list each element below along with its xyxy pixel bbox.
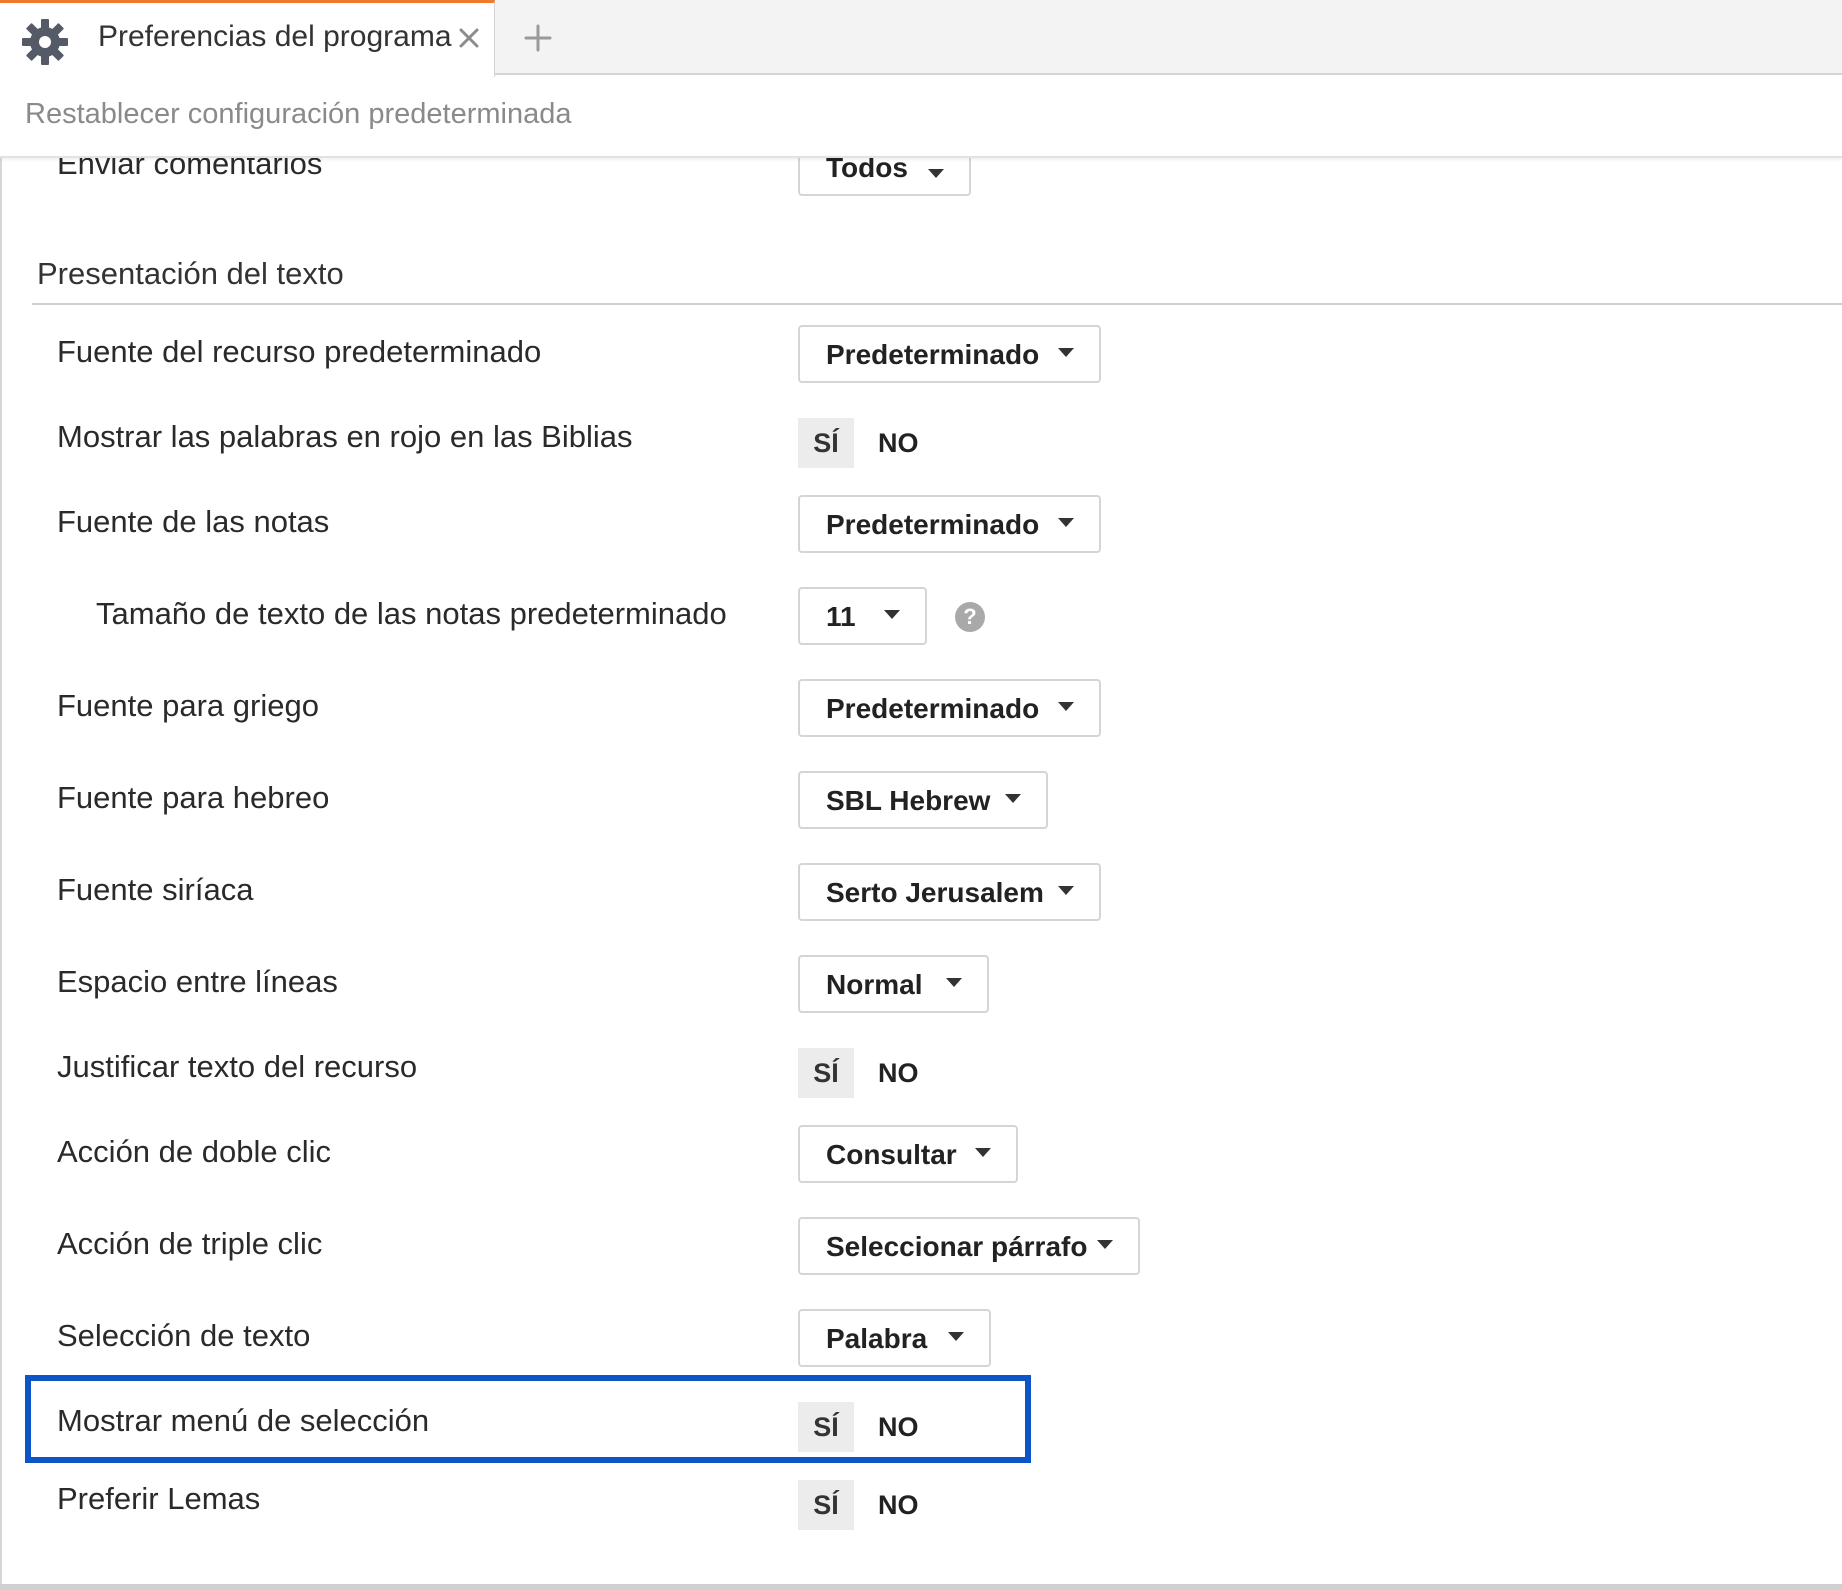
gear-icon bbox=[20, 17, 70, 67]
toggle-yes-option[interactable]: SÍ bbox=[798, 1048, 854, 1098]
dropdown-value: Todos bbox=[826, 158, 908, 183]
dropdown-value: Predeterminado bbox=[826, 339, 1040, 370]
row-label-send-feedback: Enviar comentarios bbox=[57, 158, 323, 181]
toggle-no-option[interactable]: NO bbox=[878, 418, 928, 468]
row-label-resource-font: Fuente del recurso predeterminado bbox=[57, 334, 542, 369]
dropdown-value: Normal bbox=[826, 969, 923, 1000]
chevron-down-icon bbox=[946, 978, 962, 987]
chevron-down-icon bbox=[1097, 1240, 1113, 1249]
chevron-down-icon bbox=[1005, 794, 1021, 803]
send-feedback-dropdown[interactable]: Todos bbox=[798, 158, 971, 196]
hebrew-font-dropdown[interactable]: SBL Hebrew bbox=[798, 771, 1048, 829]
row-label-show-selection-menu: Mostrar menú de selección bbox=[57, 1403, 430, 1438]
text-selection-dropdown[interactable]: Palabra bbox=[798, 1309, 991, 1367]
chevron-down-icon bbox=[1058, 702, 1074, 711]
dropdown-value: Predeterminado bbox=[826, 693, 1040, 724]
resource-font-dropdown[interactable]: Predeterminado bbox=[798, 325, 1101, 383]
triple-click-dropdown[interactable]: Seleccionar párrafo bbox=[798, 1217, 1140, 1275]
justify-text-toggle: SÍ NO bbox=[798, 1048, 938, 1098]
chevron-down-icon bbox=[975, 1148, 991, 1157]
toggle-no-option[interactable]: NO bbox=[878, 1402, 928, 1452]
chevron-down-icon bbox=[948, 1332, 964, 1341]
dropdown-value: Serto Jerusalem bbox=[826, 877, 1044, 908]
tab-title: Preferencias del programa bbox=[98, 20, 452, 53]
toggle-yes-option[interactable]: SÍ bbox=[798, 1480, 854, 1530]
dropdown-value: Consultar bbox=[826, 1139, 957, 1170]
dropdown-value: Seleccionar párrafo bbox=[826, 1231, 1088, 1262]
red-letters-toggle: SÍ NO bbox=[798, 418, 938, 468]
toggle-yes-option[interactable]: SÍ bbox=[798, 418, 854, 468]
chevron-down-icon bbox=[884, 610, 900, 619]
prefer-lemmas-toggle: SÍ NO bbox=[798, 1480, 938, 1530]
row-label-hebrew-font: Fuente para hebreo bbox=[57, 780, 330, 815]
line-spacing-dropdown[interactable]: Normal bbox=[798, 955, 989, 1013]
row-label-double-click: Acción de doble clic bbox=[57, 1134, 331, 1169]
row-label-justify-text: Justificar texto del recurso bbox=[57, 1049, 418, 1084]
chevron-down-icon bbox=[1058, 886, 1074, 895]
row-label-text-selection: Selección de texto bbox=[57, 1318, 311, 1353]
row-label-triple-click: Acción de triple clic bbox=[57, 1226, 323, 1261]
greek-font-dropdown[interactable]: Predeterminado bbox=[798, 679, 1101, 737]
dropdown-value: Palabra bbox=[826, 1323, 928, 1354]
notes-font-dropdown[interactable]: Predeterminado bbox=[798, 495, 1101, 553]
tab-bar: Preferencias del programa bbox=[0, 0, 1842, 77]
row-label-red-letters: Mostrar las palabras en rojo en las Bibl… bbox=[57, 419, 633, 454]
toggle-no-option[interactable]: NO bbox=[878, 1048, 928, 1098]
double-click-dropdown[interactable]: Consultar bbox=[798, 1125, 1018, 1183]
row-label-line-spacing: Espacio entre líneas bbox=[57, 964, 338, 999]
notes-text-size-dropdown[interactable]: 11 bbox=[798, 587, 927, 645]
tab-preferences[interactable]: Preferencias del programa bbox=[0, 0, 495, 77]
toggle-yes-option[interactable]: SÍ bbox=[798, 1402, 854, 1452]
syriac-font-dropdown[interactable]: Serto Jerusalem bbox=[798, 863, 1101, 921]
section-title: Presentación del texto bbox=[37, 256, 344, 291]
close-icon[interactable] bbox=[454, 23, 484, 53]
dropdown-value: 11 bbox=[826, 601, 856, 632]
section-divider bbox=[32, 303, 1842, 305]
reset-defaults-link[interactable]: Restablecer configuración predeterminada bbox=[25, 98, 571, 131]
row-label-greek-font: Fuente para griego bbox=[57, 688, 319, 723]
row-label-prefer-lemmas: Preferir Lemas bbox=[57, 1481, 261, 1516]
dropdown-value: Predeterminado bbox=[826, 509, 1040, 540]
row-label-syriac-font: Fuente siríaca bbox=[57, 872, 254, 907]
toolbar: Restablecer configuración predeterminada bbox=[0, 77, 1842, 158]
chevron-down-icon bbox=[1058, 518, 1074, 527]
chevron-down-icon bbox=[928, 169, 944, 178]
chevron-down-icon bbox=[1058, 348, 1074, 357]
help-icon[interactable]: ? bbox=[955, 602, 985, 632]
preferences-panel[interactable]: Enviar comentarios Todos Presentación de… bbox=[0, 158, 1842, 1584]
row-label-notes-font: Fuente de las notas bbox=[57, 504, 330, 539]
toggle-no-option[interactable]: NO bbox=[878, 1480, 928, 1530]
row-label-notes-text-size: Tamaño de texto de las notas predetermin… bbox=[96, 596, 727, 631]
window-bottom-edge bbox=[0, 1584, 1842, 1590]
dropdown-value: SBL Hebrew bbox=[826, 785, 991, 816]
add-tab-icon[interactable] bbox=[522, 22, 554, 54]
show-selection-menu-toggle: SÍ NO bbox=[798, 1402, 938, 1452]
